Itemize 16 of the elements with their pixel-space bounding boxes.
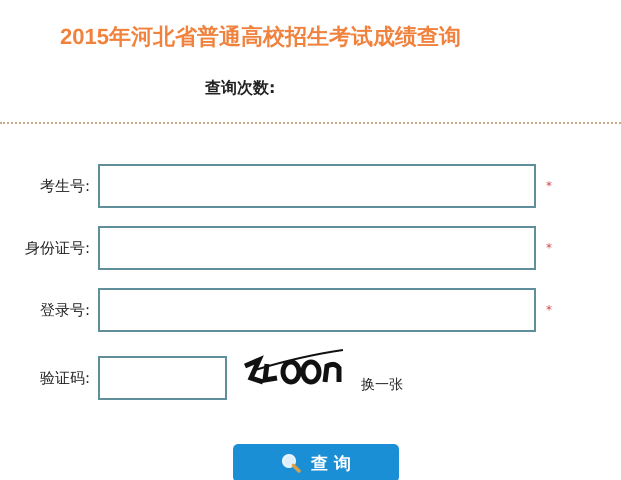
field-label: 验证码: [38, 368, 90, 388]
refresh-link[interactable]: 换一张 [361, 376, 403, 394]
input-field[interactable] [98, 288, 536, 332]
field-label: 登录号: [38, 300, 90, 320]
required-mark: * [546, 303, 552, 317]
field-label: 考生号: [38, 176, 90, 196]
page-title: 2015年河北省普通高校招生考试成绩查询 [60, 23, 462, 51]
field-label: 身份证号: [24, 238, 90, 258]
required-mark: * [546, 241, 552, 255]
captcha-field[interactable] [98, 356, 227, 400]
input-field[interactable] [98, 164, 536, 208]
required-mark: * [546, 179, 552, 193]
search-icon [281, 453, 302, 473]
query-count-label: 查询次数: [205, 78, 276, 97]
search-button[interactable]: 查 询 [233, 444, 399, 480]
input-field[interactable] [98, 226, 536, 270]
